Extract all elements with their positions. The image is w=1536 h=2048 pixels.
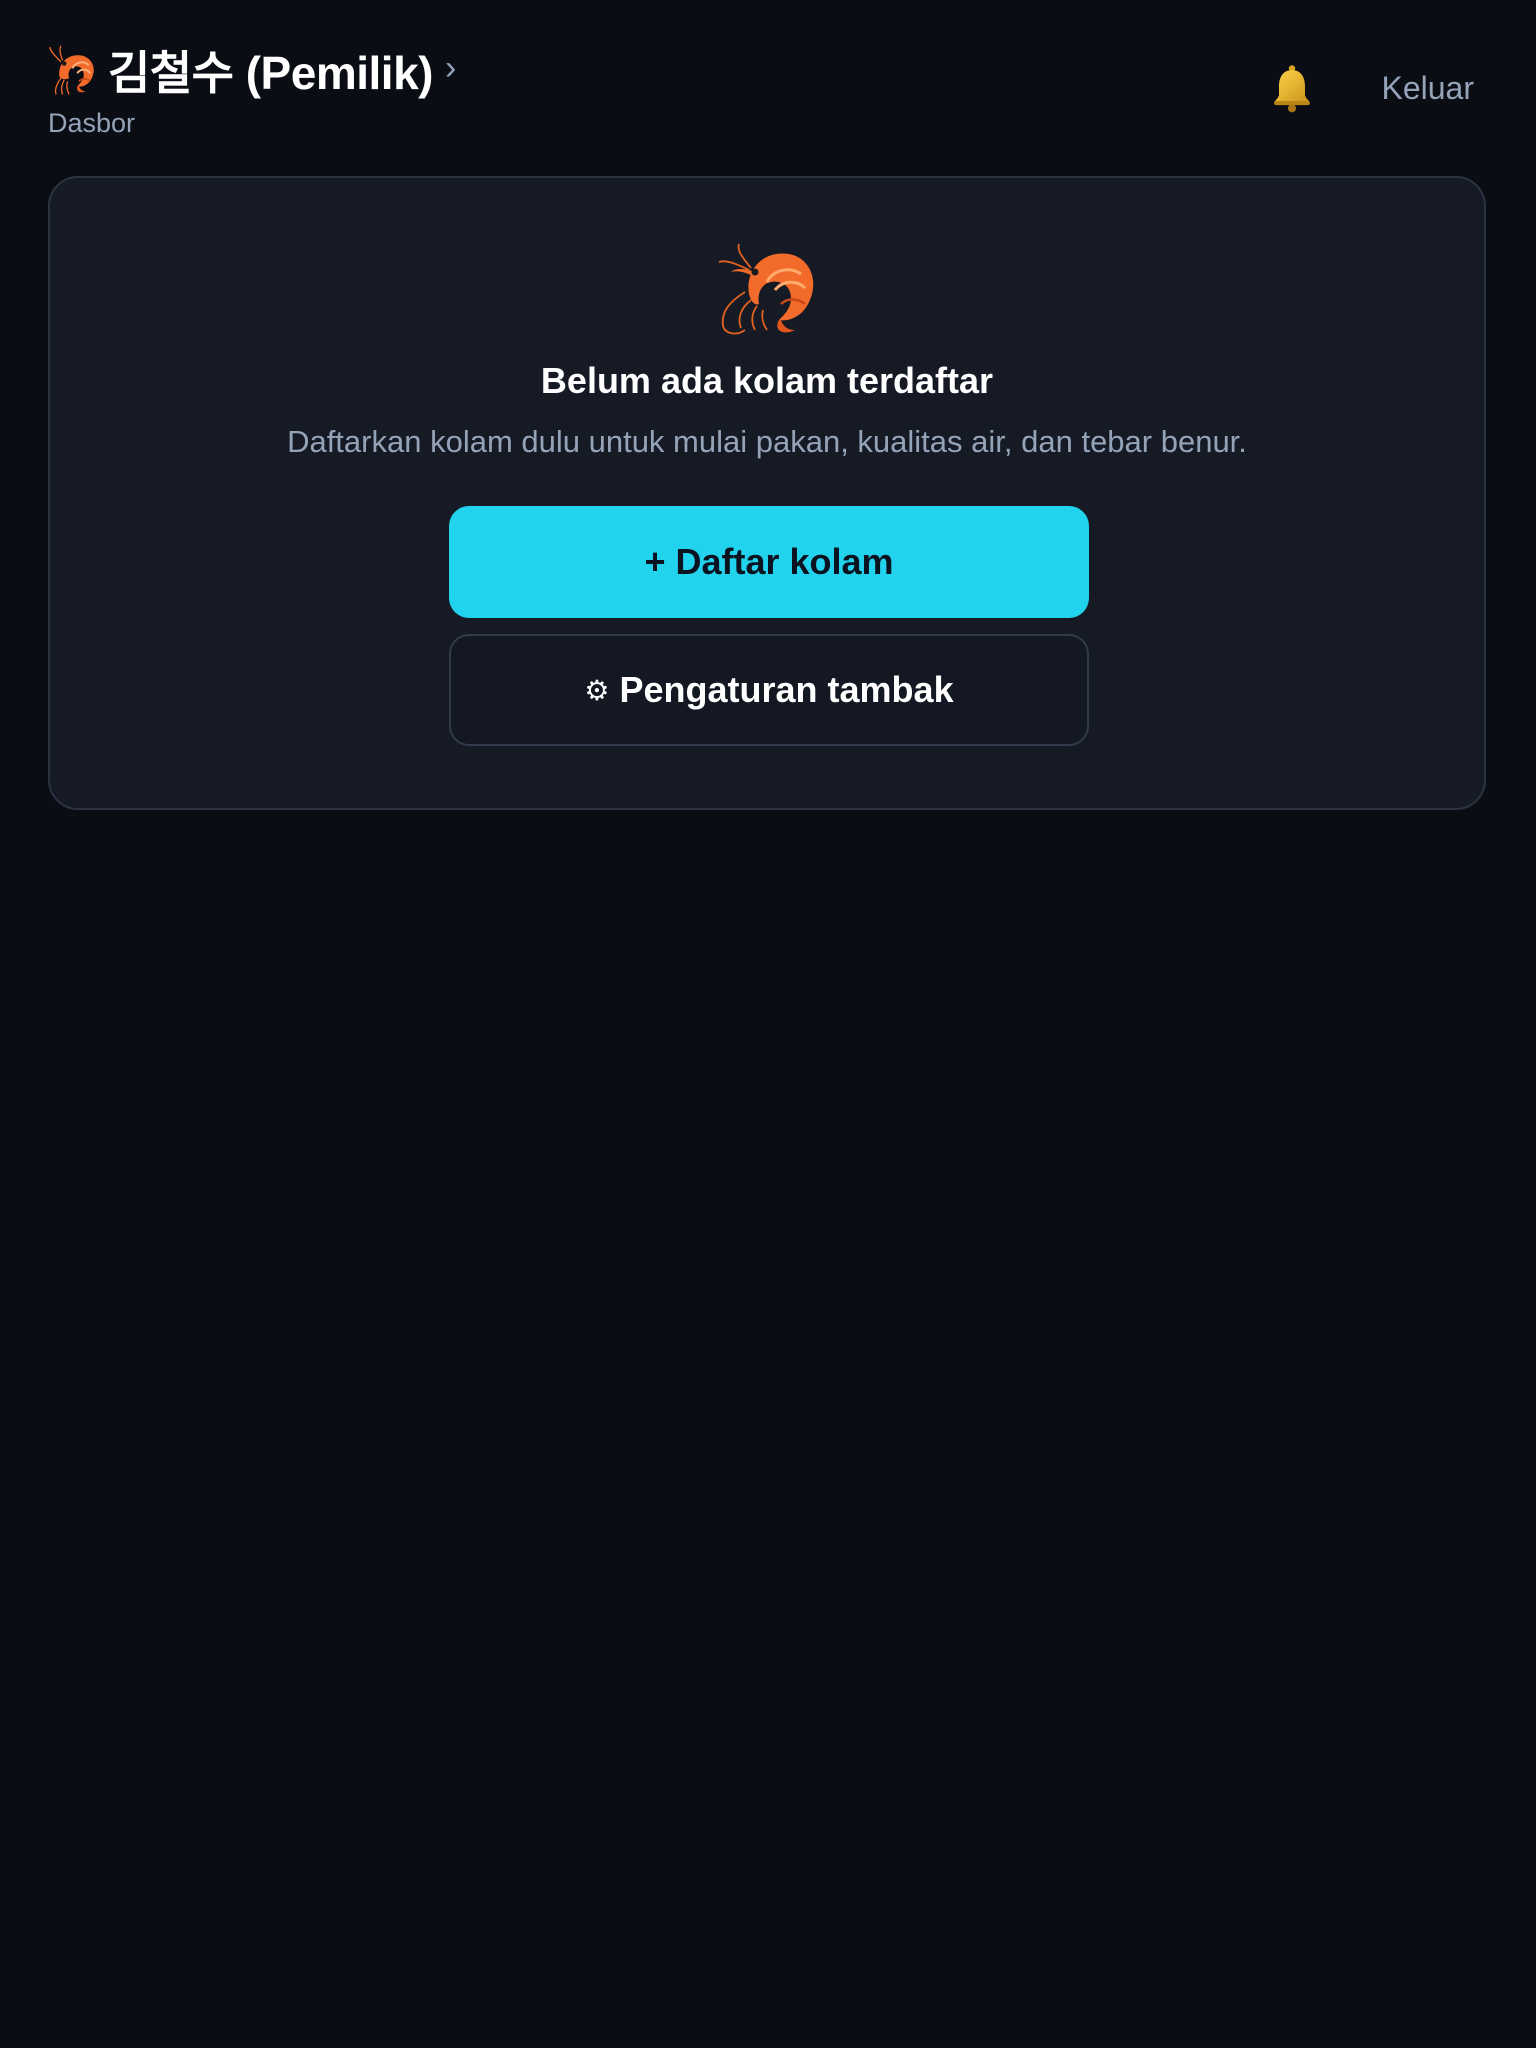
register-pond-button-label: + Daftar kolam: [644, 541, 894, 582]
farm-settings-button[interactable]: ⚙ Pengaturan tambak: [449, 634, 1089, 746]
register-pond-button[interactable]: + Daftar kolam: [449, 506, 1089, 618]
farm-settings-button-label: Pengaturan tambak: [619, 669, 954, 710]
gear-icon: ⚙: [584, 673, 610, 707]
empty-state-title: Belum ada kolam terdaftar: [540, 360, 994, 401]
app-root: 김철수 (Pemilik) › Dasbor Keluar Belum ada …: [0, 0, 1536, 2048]
owner-name-title: 김철수 (Pemilik): [108, 47, 433, 99]
bell-icon[interactable]: [1266, 62, 1318, 114]
shrimp-icon: [718, 243, 814, 335]
logout-button[interactable]: Keluar: [1368, 64, 1489, 113]
top-header: 김철수 (Pemilik) › Dasbor Keluar: [48, 38, 1488, 138]
chevron-right-icon[interactable]: ›: [445, 49, 456, 88]
empty-state-card: Belum ada kolam terdaftar Daftarkan kola…: [48, 176, 1486, 810]
empty-state-description: Daftarkan kolam dulu untuk mulai pakan, …: [287, 424, 1247, 459]
header-actions: Keluar: [1266, 62, 1489, 114]
shrimp-icon: [49, 45, 94, 95]
